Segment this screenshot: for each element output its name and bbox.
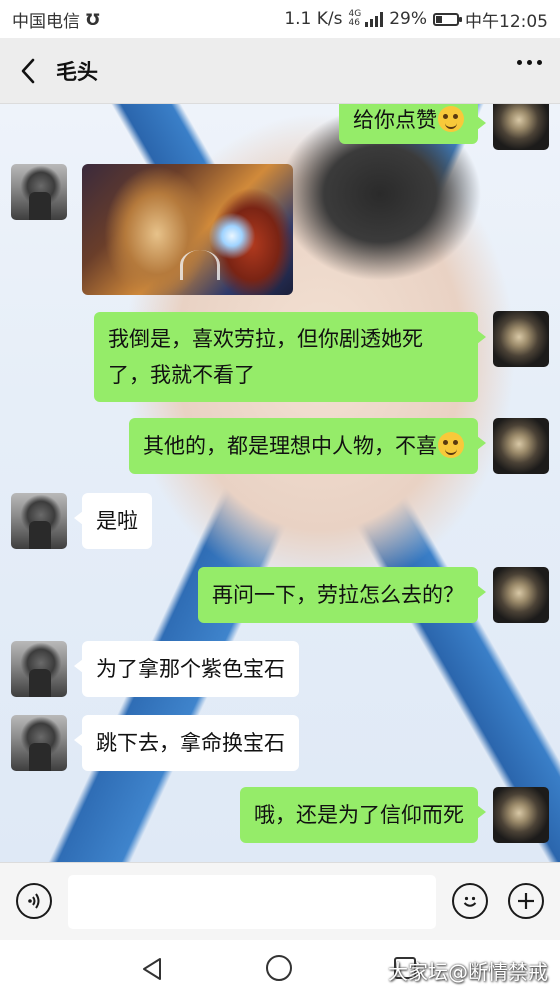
chat-title: 毛头 — [56, 59, 98, 84]
battery-icon — [433, 12, 462, 26]
chat-history[interactable]: 给你点赞 我倒是，喜欢劳拉，但你剧透她死了，我就不看了 其他的，都是理想中人物，… — [0, 104, 560, 862]
message-text: 再问一下，劳拉怎么去的？ — [212, 583, 464, 607]
nav-home-button[interactable] — [266, 955, 292, 981]
system-nav-bar: 大家坛@断情禁戒 — [0, 940, 560, 996]
thinking-face-icon — [438, 106, 464, 132]
network-type: 4G 46 — [348, 9, 362, 28]
contact-avatar[interactable] — [11, 164, 67, 220]
self-avatar[interactable] — [493, 418, 549, 474]
chevron-left-icon — [21, 58, 35, 83]
message-text: 给你点赞 — [353, 108, 437, 132]
contact-avatar[interactable] — [11, 715, 67, 771]
triangle-back-icon — [143, 958, 161, 980]
chat-header: 毛头 — [0, 38, 560, 104]
signal-icon — [365, 11, 384, 27]
clock: 中午12:05 — [465, 11, 548, 32]
message-text: 其他的，都是理想中人物，不喜 — [143, 434, 437, 458]
message-bubble[interactable]: 我倒是，喜欢劳拉，但你剧透她死了，我就不看了 — [94, 312, 486, 402]
voice-input-button[interactable] — [16, 883, 52, 919]
watermark-text: 大家坛@断情禁戒 — [388, 960, 548, 984]
emoji-button[interactable] — [452, 883, 488, 919]
dot-icon — [527, 60, 532, 65]
message-bubble[interactable]: 为了拿那个紫色宝石 — [74, 641, 299, 697]
self-avatar[interactable] — [493, 311, 549, 367]
self-avatar[interactable] — [493, 104, 549, 150]
back-button[interactable] — [0, 38, 56, 104]
battery-percent: 29% — [389, 9, 427, 29]
input-bar — [0, 862, 560, 940]
message-bubble[interactable]: 给你点赞 — [339, 104, 486, 144]
message-bubble[interactable]: 跳下去，拿命换宝石 — [74, 715, 299, 771]
tears-of-joy-face-icon — [438, 432, 464, 458]
more-functions-button[interactable] — [508, 883, 544, 919]
smiley-icon — [463, 896, 477, 907]
status-bar: 中国电信 Ʊ 1.1 K/s 4G 46 29% 中午12:05 — [0, 0, 560, 38]
carrier-label: 中国电信 — [12, 11, 80, 32]
contact-avatar[interactable] — [11, 493, 67, 549]
dot-icon — [517, 60, 522, 65]
notification-icon: Ʊ — [86, 9, 100, 29]
avengers-logo-icon — [180, 250, 220, 280]
nav-back-button[interactable] — [140, 956, 166, 986]
message-text: 是啦 — [96, 509, 138, 533]
message-input[interactable] — [68, 875, 436, 929]
message-text: 为了拿那个紫色宝石 — [96, 657, 285, 681]
message-bubble[interactable]: 是啦 — [74, 493, 152, 549]
net-speed: 1.1 K/s — [284, 9, 343, 29]
image-message[interactable] — [82, 164, 293, 295]
dot-icon — [537, 60, 542, 65]
contact-avatar[interactable] — [11, 641, 67, 697]
self-avatar[interactable] — [493, 567, 549, 623]
self-avatar[interactable] — [493, 787, 549, 843]
voice-icon — [28, 893, 40, 909]
message-bubble[interactable]: 其他的，都是理想中人物，不喜 — [129, 418, 486, 474]
message-text: 跳下去，拿命换宝石 — [96, 731, 285, 755]
plus-icon — [518, 893, 534, 909]
message-bubble[interactable]: 哦，还是为了信仰而死 — [240, 787, 486, 843]
more-options-button[interactable] — [517, 60, 542, 65]
message-bubble[interactable]: 再问一下，劳拉怎么去的？ — [198, 567, 486, 623]
message-text: 我倒是，喜欢劳拉，但你剧透她死了，我就不看了 — [108, 327, 423, 387]
message-text: 哦，还是为了信仰而死 — [254, 803, 464, 827]
